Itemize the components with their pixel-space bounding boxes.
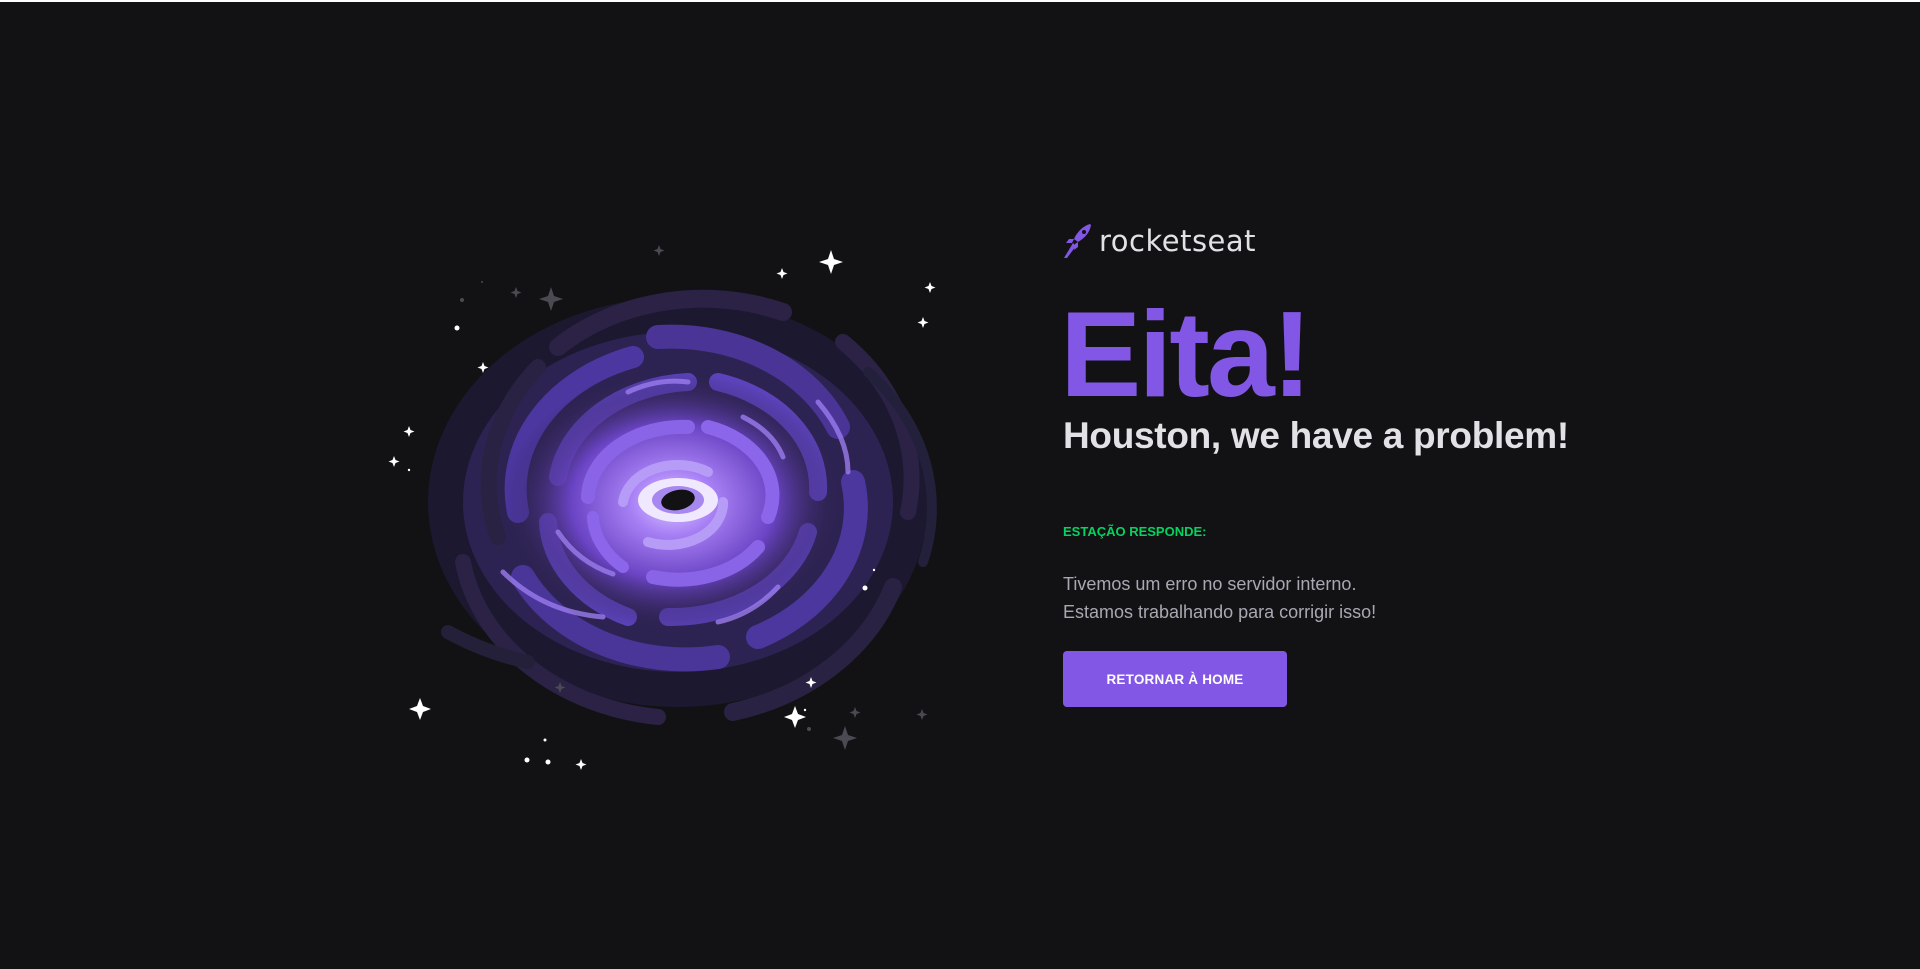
error-message-line: Estamos trabalhando para corrigir isso!: [1063, 602, 1377, 622]
error-headline: Eita!: [1060, 286, 1312, 422]
rocket-icon: [1064, 224, 1091, 258]
brand-logo[interactable]: rocketseat: [1063, 222, 1623, 260]
error-message-line: Tivemos um erro no servidor interno.: [1063, 574, 1357, 594]
error-message: Tivemos um erro no servidor interno. Est…: [1063, 570, 1623, 626]
error-page: rocketseat Eita! Houston, we have a prob…: [0, 0, 1920, 969]
error-subheadline: Houston, we have a problem!: [1063, 415, 1569, 456]
galaxy-illustration: [388, 232, 948, 772]
brand-name: rocketseat: [1099, 224, 1257, 258]
error-content: rocketseat Eita! Houston, we have a prob…: [1060, 222, 1623, 707]
black-hole-galaxy-icon: [388, 245, 937, 770]
return-home-button[interactable]: RETORNAR À HOME: [1063, 651, 1287, 707]
station-label: ESTAÇÃO RESPONDE:: [1063, 524, 1207, 539]
